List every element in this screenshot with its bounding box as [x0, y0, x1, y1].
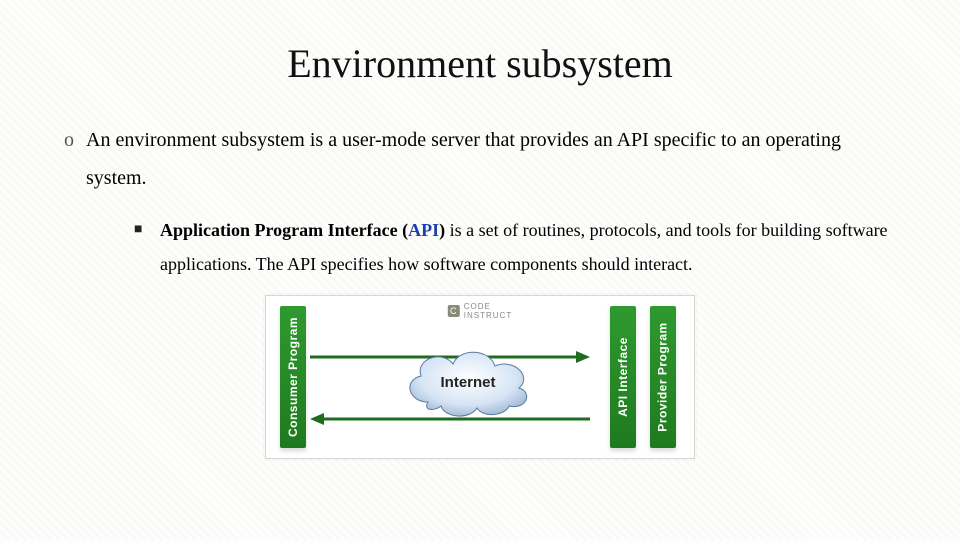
diagram-consumer-label: Consumer Program	[286, 317, 300, 437]
diagram-api-label: API Interface	[616, 337, 630, 417]
bullet-level-2: ■ Application Program Interface (API) is…	[134, 213, 900, 281]
slide-title: Environment subsystem	[60, 40, 900, 87]
bullet-text: Application Program Interface (API) is a…	[160, 213, 900, 281]
diagram-provider-bar: Provider Program	[650, 306, 676, 448]
bullet-text: An environment subsystem is a user-mode …	[86, 121, 900, 197]
api-link: API	[408, 220, 439, 240]
diagram-api-bar: API Interface	[610, 306, 636, 448]
diagram-consumer-bar: Consumer Program	[280, 306, 306, 448]
logo-line-2: INSTRUCT	[464, 311, 512, 320]
api-term-prefix: Application Program Interface (	[160, 220, 408, 240]
logo-line-1: CODE	[464, 302, 491, 311]
api-diagram: C CODE INSTRUCT Consumer Program API Int…	[265, 295, 695, 459]
diagram-center-label: Internet	[440, 375, 495, 392]
bullet-level-1: o An environment subsystem is a user-mod…	[64, 121, 900, 197]
bullet-marker-square: ■	[134, 213, 160, 281]
cloud-icon: Internet	[393, 340, 543, 424]
diagram-logo: C CODE INSTRUCT	[448, 302, 512, 320]
diagram-provider-label: Provider Program	[656, 323, 670, 432]
bullet-marker-circle: o	[64, 121, 86, 197]
logo-icon: C	[448, 305, 460, 317]
slide: Environment subsystem o An environment s…	[0, 0, 960, 540]
